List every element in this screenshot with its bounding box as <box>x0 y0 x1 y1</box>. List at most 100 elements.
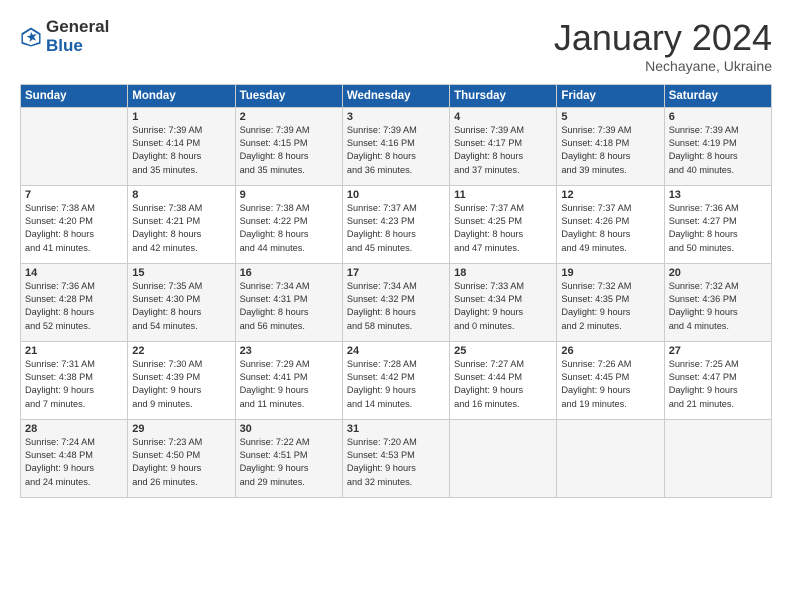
cell-w4-d4 <box>450 419 557 497</box>
day-number: 11 <box>454 189 552 201</box>
header-row: Sunday Monday Tuesday Wednesday Thursday… <box>21 84 772 107</box>
day-info: Sunrise: 7:39 AMSunset: 4:14 PMDaylight:… <box>132 124 230 177</box>
title-block: January 2024 Nechayane, Ukraine <box>554 18 772 74</box>
cell-w2-d4: 18Sunrise: 7:33 AMSunset: 4:34 PMDayligh… <box>450 263 557 341</box>
day-number: 29 <box>132 423 230 435</box>
day-info: Sunrise: 7:38 AMSunset: 4:20 PMDaylight:… <box>25 202 123 255</box>
day-info: Sunrise: 7:39 AMSunset: 4:18 PMDaylight:… <box>561 124 659 177</box>
day-number: 16 <box>240 267 338 279</box>
cell-w3-d1: 22Sunrise: 7:30 AMSunset: 4:39 PMDayligh… <box>128 341 235 419</box>
day-number: 1 <box>132 111 230 123</box>
calendar-header: Sunday Monday Tuesday Wednesday Thursday… <box>21 84 772 107</box>
day-number: 6 <box>669 111 767 123</box>
col-wednesday: Wednesday <box>342 84 449 107</box>
cell-w4-d3: 31Sunrise: 7:20 AMSunset: 4:53 PMDayligh… <box>342 419 449 497</box>
month-title: January 2024 <box>554 18 772 58</box>
day-number: 26 <box>561 345 659 357</box>
day-info: Sunrise: 7:39 AMSunset: 4:16 PMDaylight:… <box>347 124 445 177</box>
day-number: 4 <box>454 111 552 123</box>
week-row-3: 21Sunrise: 7:31 AMSunset: 4:38 PMDayligh… <box>21 341 772 419</box>
page: General Blue January 2024 Nechayane, Ukr… <box>0 0 792 508</box>
cell-w3-d5: 26Sunrise: 7:26 AMSunset: 4:45 PMDayligh… <box>557 341 664 419</box>
header: General Blue January 2024 Nechayane, Ukr… <box>20 18 772 74</box>
day-number: 14 <box>25 267 123 279</box>
cell-w4-d0: 28Sunrise: 7:24 AMSunset: 4:48 PMDayligh… <box>21 419 128 497</box>
cell-w2-d2: 16Sunrise: 7:34 AMSunset: 4:31 PMDayligh… <box>235 263 342 341</box>
week-row-0: 1Sunrise: 7:39 AMSunset: 4:14 PMDaylight… <box>21 107 772 185</box>
week-row-2: 14Sunrise: 7:36 AMSunset: 4:28 PMDayligh… <box>21 263 772 341</box>
logo: General Blue <box>20 18 109 55</box>
day-info: Sunrise: 7:30 AMSunset: 4:39 PMDaylight:… <box>132 358 230 411</box>
day-number: 7 <box>25 189 123 201</box>
col-friday: Friday <box>557 84 664 107</box>
day-number: 17 <box>347 267 445 279</box>
day-number: 23 <box>240 345 338 357</box>
day-info: Sunrise: 7:38 AMSunset: 4:21 PMDaylight:… <box>132 202 230 255</box>
col-saturday: Saturday <box>664 84 771 107</box>
cell-w2-d6: 20Sunrise: 7:32 AMSunset: 4:36 PMDayligh… <box>664 263 771 341</box>
day-info: Sunrise: 7:29 AMSunset: 4:41 PMDaylight:… <box>240 358 338 411</box>
day-info: Sunrise: 7:33 AMSunset: 4:34 PMDaylight:… <box>454 280 552 333</box>
day-info: Sunrise: 7:28 AMSunset: 4:42 PMDaylight:… <box>347 358 445 411</box>
col-tuesday: Tuesday <box>235 84 342 107</box>
day-info: Sunrise: 7:20 AMSunset: 4:53 PMDaylight:… <box>347 436 445 489</box>
day-number: 3 <box>347 111 445 123</box>
cell-w0-d4: 4Sunrise: 7:39 AMSunset: 4:17 PMDaylight… <box>450 107 557 185</box>
location-subtitle: Nechayane, Ukraine <box>554 58 772 74</box>
calendar-body: 1Sunrise: 7:39 AMSunset: 4:14 PMDaylight… <box>21 107 772 497</box>
day-info: Sunrise: 7:32 AMSunset: 4:36 PMDaylight:… <box>669 280 767 333</box>
cell-w1-d6: 13Sunrise: 7:36 AMSunset: 4:27 PMDayligh… <box>664 185 771 263</box>
day-number: 30 <box>240 423 338 435</box>
day-info: Sunrise: 7:34 AMSunset: 4:32 PMDaylight:… <box>347 280 445 333</box>
cell-w2-d5: 19Sunrise: 7:32 AMSunset: 4:35 PMDayligh… <box>557 263 664 341</box>
day-number: 27 <box>669 345 767 357</box>
cell-w1-d1: 8Sunrise: 7:38 AMSunset: 4:21 PMDaylight… <box>128 185 235 263</box>
day-info: Sunrise: 7:36 AMSunset: 4:28 PMDaylight:… <box>25 280 123 333</box>
logo-blue-text: Blue <box>46 37 109 56</box>
cell-w3-d2: 23Sunrise: 7:29 AMSunset: 4:41 PMDayligh… <box>235 341 342 419</box>
week-row-4: 28Sunrise: 7:24 AMSunset: 4:48 PMDayligh… <box>21 419 772 497</box>
day-info: Sunrise: 7:27 AMSunset: 4:44 PMDaylight:… <box>454 358 552 411</box>
day-number: 31 <box>347 423 445 435</box>
logo-text: General Blue <box>46 18 109 55</box>
day-info: Sunrise: 7:25 AMSunset: 4:47 PMDaylight:… <box>669 358 767 411</box>
day-info: Sunrise: 7:37 AMSunset: 4:23 PMDaylight:… <box>347 202 445 255</box>
day-number: 9 <box>240 189 338 201</box>
cell-w1-d3: 10Sunrise: 7:37 AMSunset: 4:23 PMDayligh… <box>342 185 449 263</box>
cell-w3-d4: 25Sunrise: 7:27 AMSunset: 4:44 PMDayligh… <box>450 341 557 419</box>
cell-w0-d2: 2Sunrise: 7:39 AMSunset: 4:15 PMDaylight… <box>235 107 342 185</box>
day-info: Sunrise: 7:39 AMSunset: 4:19 PMDaylight:… <box>669 124 767 177</box>
cell-w0-d0 <box>21 107 128 185</box>
day-info: Sunrise: 7:37 AMSunset: 4:25 PMDaylight:… <box>454 202 552 255</box>
cell-w4-d1: 29Sunrise: 7:23 AMSunset: 4:50 PMDayligh… <box>128 419 235 497</box>
cell-w3-d6: 27Sunrise: 7:25 AMSunset: 4:47 PMDayligh… <box>664 341 771 419</box>
day-number: 10 <box>347 189 445 201</box>
cell-w1-d4: 11Sunrise: 7:37 AMSunset: 4:25 PMDayligh… <box>450 185 557 263</box>
logo-icon <box>20 26 42 48</box>
cell-w0-d3: 3Sunrise: 7:39 AMSunset: 4:16 PMDaylight… <box>342 107 449 185</box>
day-number: 21 <box>25 345 123 357</box>
day-info: Sunrise: 7:34 AMSunset: 4:31 PMDaylight:… <box>240 280 338 333</box>
day-number: 19 <box>561 267 659 279</box>
day-number: 2 <box>240 111 338 123</box>
day-info: Sunrise: 7:36 AMSunset: 4:27 PMDaylight:… <box>669 202 767 255</box>
day-number: 25 <box>454 345 552 357</box>
cell-w1-d5: 12Sunrise: 7:37 AMSunset: 4:26 PMDayligh… <box>557 185 664 263</box>
col-sunday: Sunday <box>21 84 128 107</box>
cell-w1-d2: 9Sunrise: 7:38 AMSunset: 4:22 PMDaylight… <box>235 185 342 263</box>
cell-w2-d0: 14Sunrise: 7:36 AMSunset: 4:28 PMDayligh… <box>21 263 128 341</box>
calendar-table: Sunday Monday Tuesday Wednesday Thursday… <box>20 84 772 498</box>
day-info: Sunrise: 7:37 AMSunset: 4:26 PMDaylight:… <box>561 202 659 255</box>
day-info: Sunrise: 7:31 AMSunset: 4:38 PMDaylight:… <box>25 358 123 411</box>
day-info: Sunrise: 7:38 AMSunset: 4:22 PMDaylight:… <box>240 202 338 255</box>
cell-w3-d3: 24Sunrise: 7:28 AMSunset: 4:42 PMDayligh… <box>342 341 449 419</box>
cell-w4-d2: 30Sunrise: 7:22 AMSunset: 4:51 PMDayligh… <box>235 419 342 497</box>
cell-w3-d0: 21Sunrise: 7:31 AMSunset: 4:38 PMDayligh… <box>21 341 128 419</box>
cell-w0-d5: 5Sunrise: 7:39 AMSunset: 4:18 PMDaylight… <box>557 107 664 185</box>
cell-w0-d1: 1Sunrise: 7:39 AMSunset: 4:14 PMDaylight… <box>128 107 235 185</box>
col-thursday: Thursday <box>450 84 557 107</box>
day-info: Sunrise: 7:39 AMSunset: 4:17 PMDaylight:… <box>454 124 552 177</box>
day-number: 8 <box>132 189 230 201</box>
day-info: Sunrise: 7:32 AMSunset: 4:35 PMDaylight:… <box>561 280 659 333</box>
day-number: 13 <box>669 189 767 201</box>
